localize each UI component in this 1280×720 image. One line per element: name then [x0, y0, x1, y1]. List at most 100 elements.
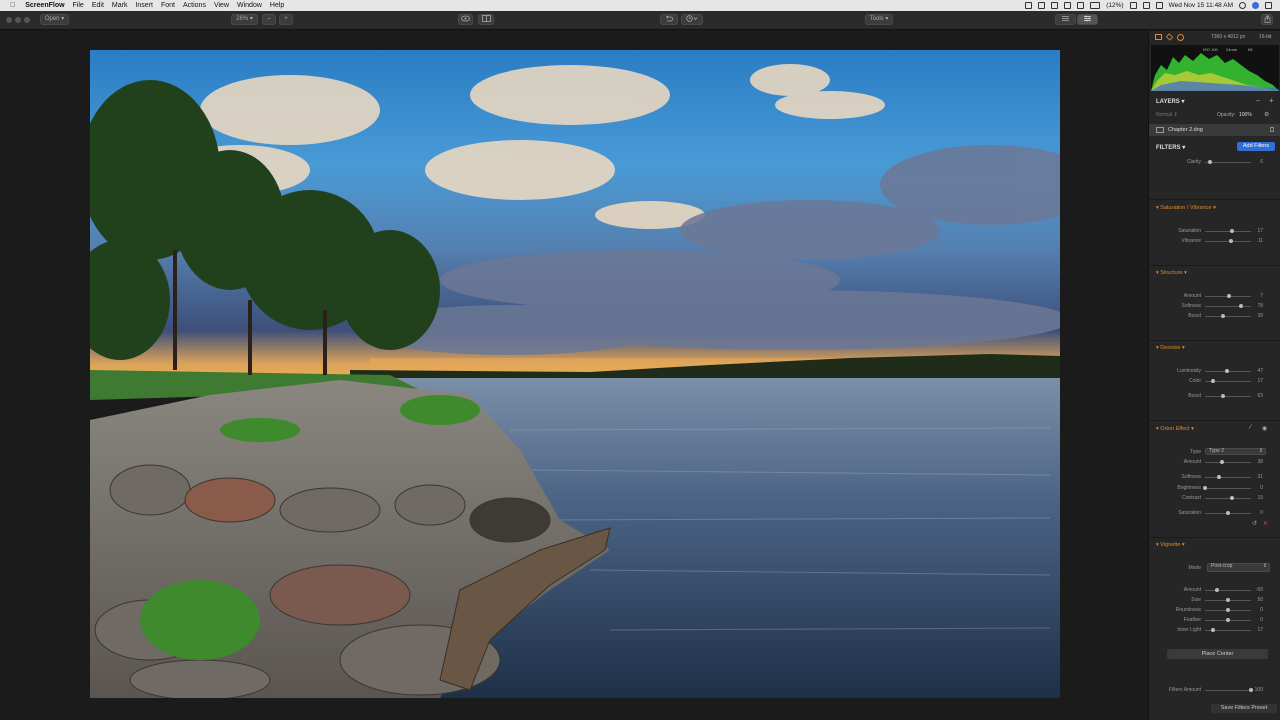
lock-icon[interactable] — [1270, 127, 1274, 132]
saturation-vibrance-slider-knob[interactable] — [1228, 239, 1233, 243]
vignette-slider-knob[interactable] — [1210, 628, 1215, 632]
orton-slider-knob[interactable] — [1229, 496, 1234, 500]
app-menu[interactable]: ScreenFlow — [25, 0, 64, 11]
filters-panel-toggle[interactable] — [1077, 14, 1098, 25]
denoise-slider-knob[interactable] — [1220, 394, 1225, 398]
vignette-slider-row[interactable]: Roundness 0 — [1149, 607, 1280, 615]
structure-slider-knob[interactable] — [1220, 314, 1225, 318]
menu-file[interactable]: File — [73, 0, 84, 11]
window-close-button[interactable] — [6, 17, 12, 23]
window-zoom-button[interactable] — [24, 17, 30, 23]
orton-slider-track[interactable] — [1205, 498, 1251, 499]
layer-row[interactable]: Chapter 2.dng — [1149, 124, 1280, 136]
undo-button[interactable] — [660, 14, 678, 25]
layers-panel-toggle[interactable] — [1055, 14, 1076, 25]
structure-slider-knob[interactable] — [1238, 304, 1243, 308]
vignette-slider-row[interactable]: Feather 0 — [1149, 617, 1280, 625]
zoom-out-button[interactable]: – — [262, 14, 276, 25]
flag-icon[interactable] — [1155, 2, 1163, 9]
vignette-slider-row[interactable]: Size 50 — [1149, 597, 1280, 605]
vignette-mode-dropdown[interactable]: Post-crop ⇕ — [1207, 563, 1270, 572]
blend-mode-dropdown[interactable]: Normal ⇕ — [1156, 112, 1178, 118]
wifi-icon[interactable] — [1129, 2, 1137, 9]
denoise-slider-row[interactable]: Color 17 — [1149, 378, 1280, 386]
denoise-slider-knob[interactable] — [1210, 379, 1215, 383]
info-icon[interactable] — [1177, 34, 1184, 41]
battery-icon[interactable] — [1090, 2, 1101, 9]
preview-eye-button[interactable] — [458, 14, 473, 25]
filters-title[interactable]: FILTERS ▾ — [1156, 144, 1185, 151]
reset-icon[interactable]: ↺ — [1252, 520, 1257, 527]
orton-slider-row[interactable]: Contrast 15 — [1149, 495, 1280, 503]
orton-slider-row[interactable]: Amount 38 — [1149, 459, 1280, 467]
saturation-vibrance-slider-row[interactable]: Saturation 17 — [1149, 228, 1280, 236]
filters-amount-row[interactable]: Filters Amount 100 — [1149, 687, 1280, 695]
history-button[interactable] — [681, 14, 703, 25]
structure-slider-row[interactable]: Boost 39 — [1149, 313, 1280, 321]
notifications-icon[interactable] — [1265, 2, 1272, 9]
menu-window[interactable]: Window — [237, 0, 262, 11]
orton-slider-track[interactable] — [1205, 462, 1251, 463]
orton-slider-knob[interactable] — [1217, 475, 1222, 479]
apple-icon[interactable]:  — [10, 0, 15, 11]
tools-dropdown[interactable]: Tools ▾ — [865, 14, 893, 25]
clarity-slider-row[interactable]: Clarity 6 — [1149, 159, 1280, 167]
structure-slider-row[interactable]: Softness 78 — [1149, 303, 1280, 311]
denoise-slider-row[interactable]: Boost 63 — [1149, 393, 1280, 401]
structure-slider-knob[interactable] — [1227, 294, 1232, 298]
opacity-value[interactable]: 100% — [1239, 112, 1252, 118]
menu-help[interactable]: Help — [270, 0, 284, 11]
bluetooth-icon[interactable] — [1077, 2, 1085, 9]
denoise-slider-track[interactable] — [1205, 396, 1251, 397]
vignette-slider-knob[interactable] — [1226, 598, 1230, 602]
structure-slider-track[interactable] — [1205, 306, 1251, 307]
orton-slider-knob[interactable] — [1220, 460, 1225, 464]
vignette-slider-knob[interactable] — [1226, 618, 1230, 622]
eye-toggle-icon[interactable]: ◉ — [1262, 425, 1267, 432]
vignette-slider-row[interactable]: Amount -50 — [1149, 587, 1280, 595]
structure-slider-track[interactable] — [1205, 316, 1251, 317]
zoom-dropdown[interactable]: 26% ▾ — [231, 14, 258, 25]
orton-slider-track[interactable] — [1205, 477, 1251, 478]
menu-edit[interactable]: Edit — [92, 0, 104, 11]
denoise-slider-knob[interactable] — [1224, 369, 1229, 373]
orton-type-dropdown[interactable]: Type 2 ⇕ — [1205, 448, 1266, 455]
structure-slider-row[interactable]: Amount 7 — [1149, 293, 1280, 301]
volume-icon[interactable] — [1142, 2, 1150, 9]
layer-remove-button[interactable]: – — [1256, 97, 1260, 104]
filters-amount-track[interactable] — [1205, 690, 1251, 691]
sync-icon[interactable] — [1051, 2, 1059, 9]
brush-icon[interactable]: ∕ — [1250, 424, 1251, 431]
orton-slider-knob[interactable] — [1226, 511, 1230, 515]
orton-slider-row[interactable]: Softness 31 — [1149, 474, 1280, 482]
menu-view[interactable]: View — [214, 0, 229, 11]
landscape-photo[interactable] — [90, 50, 1060, 698]
orton-slider-track[interactable] — [1205, 488, 1251, 489]
vignette-slider-knob[interactable] — [1214, 588, 1219, 592]
filters-amount-knob[interactable] — [1249, 688, 1253, 692]
siri-icon[interactable] — [1252, 2, 1259, 9]
share-button[interactable] — [1261, 14, 1273, 25]
compare-button[interactable] — [478, 14, 494, 25]
menu-actions[interactable]: Actions — [183, 0, 206, 11]
image-canvas[interactable] — [0, 31, 1148, 720]
saturation-vibrance-header[interactable]: ▾ Saturation / Vibrance ▾ — [1156, 205, 1216, 211]
cloud-icon[interactable] — [1038, 2, 1046, 9]
clarity-track[interactable] — [1205, 162, 1251, 163]
screen-record-icon[interactable] — [1025, 2, 1033, 9]
denoise-header[interactable]: ▾ Denoise ▾ — [1156, 345, 1185, 351]
open-button[interactable]: Open ▾ — [40, 14, 69, 25]
orton-slider-row[interactable]: Saturation 0 — [1149, 510, 1280, 518]
clarity-knob[interactable] — [1207, 160, 1212, 164]
menu-mark[interactable]: Mark — [112, 0, 128, 11]
vignette-slider-track[interactable] — [1205, 590, 1251, 591]
window-minimize-button[interactable] — [15, 17, 21, 23]
denoise-slider-row[interactable]: Luminosity 47 — [1149, 368, 1280, 376]
vignette-slider-knob[interactable] — [1226, 608, 1230, 612]
vignette-slider-row[interactable]: Inner Light 17 — [1149, 627, 1280, 635]
orton-slider-knob[interactable] — [1203, 486, 1207, 490]
layers-icon[interactable] — [1165, 33, 1174, 41]
save-filters-preset-button[interactable]: Save Filters Preset — [1211, 704, 1277, 713]
spotlight-icon[interactable] — [1239, 2, 1246, 9]
saturation-vibrance-slider-track[interactable] — [1205, 231, 1251, 232]
